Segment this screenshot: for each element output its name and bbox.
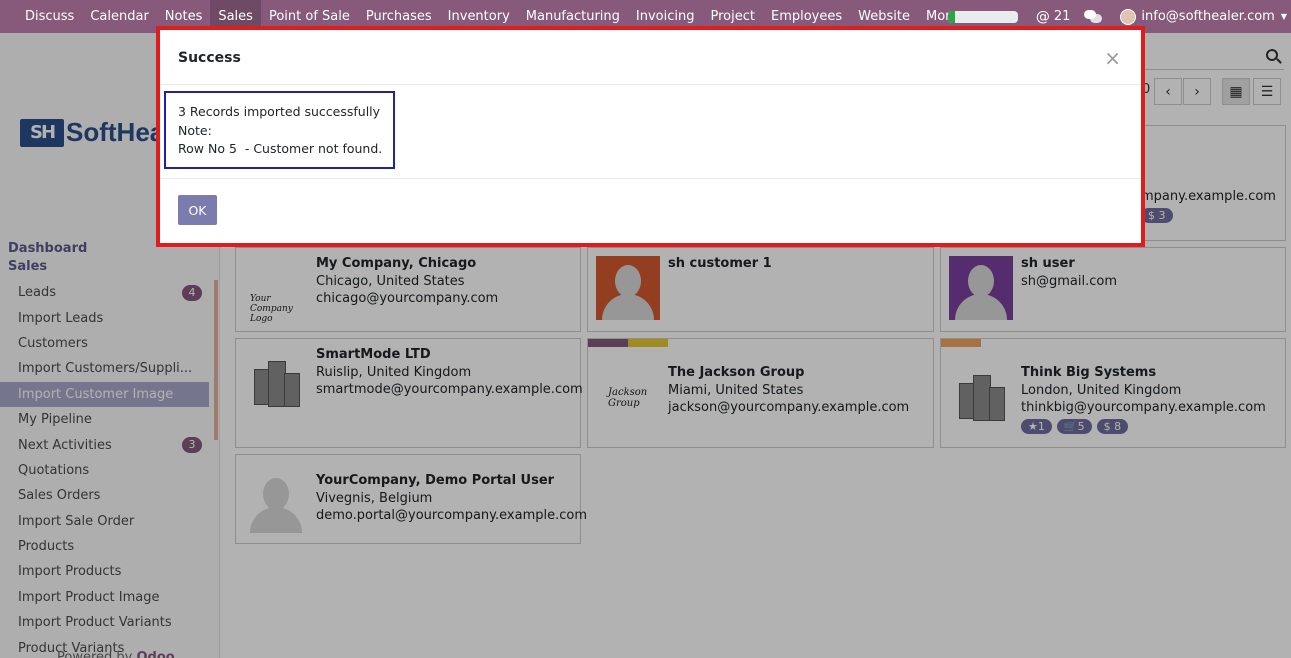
progress-fill	[947, 10, 955, 23]
user-avatar[interactable]	[1120, 8, 1137, 25]
chat-bubble-front	[1090, 14, 1103, 23]
message-line: 3 Records imported successfully	[178, 104, 381, 119]
dialog-title: Success	[178, 50, 241, 66]
mentions-button[interactable]: @21	[1036, 9, 1071, 25]
nav-calendar[interactable]: Calendar	[82, 0, 156, 33]
user-caret-icon[interactable]: ▼	[1281, 12, 1287, 21]
mentions-count: 21	[1053, 9, 1071, 24]
dialog-header: Success ×	[160, 30, 1141, 85]
at-icon: @	[1035, 8, 1050, 25]
chat-icon[interactable]	[1084, 10, 1103, 23]
message-line: Note:	[178, 122, 212, 138]
ok-button[interactable]: OK	[178, 195, 217, 225]
user-email[interactable]: info@softhealer.com	[1141, 9, 1274, 24]
message-line: Row No 5 - Customer not found.	[178, 141, 383, 156]
close-icon[interactable]: ×	[1104, 46, 1121, 70]
nav-discuss[interactable]: Discuss	[17, 0, 82, 33]
progress-bar[interactable]	[947, 10, 1018, 23]
dialog-message: 3 Records imported successfully Note: Ro…	[164, 91, 395, 169]
dialog-footer-divider	[160, 178, 1141, 179]
success-dialog: Success × 3 Records imported successfull…	[156, 26, 1145, 247]
